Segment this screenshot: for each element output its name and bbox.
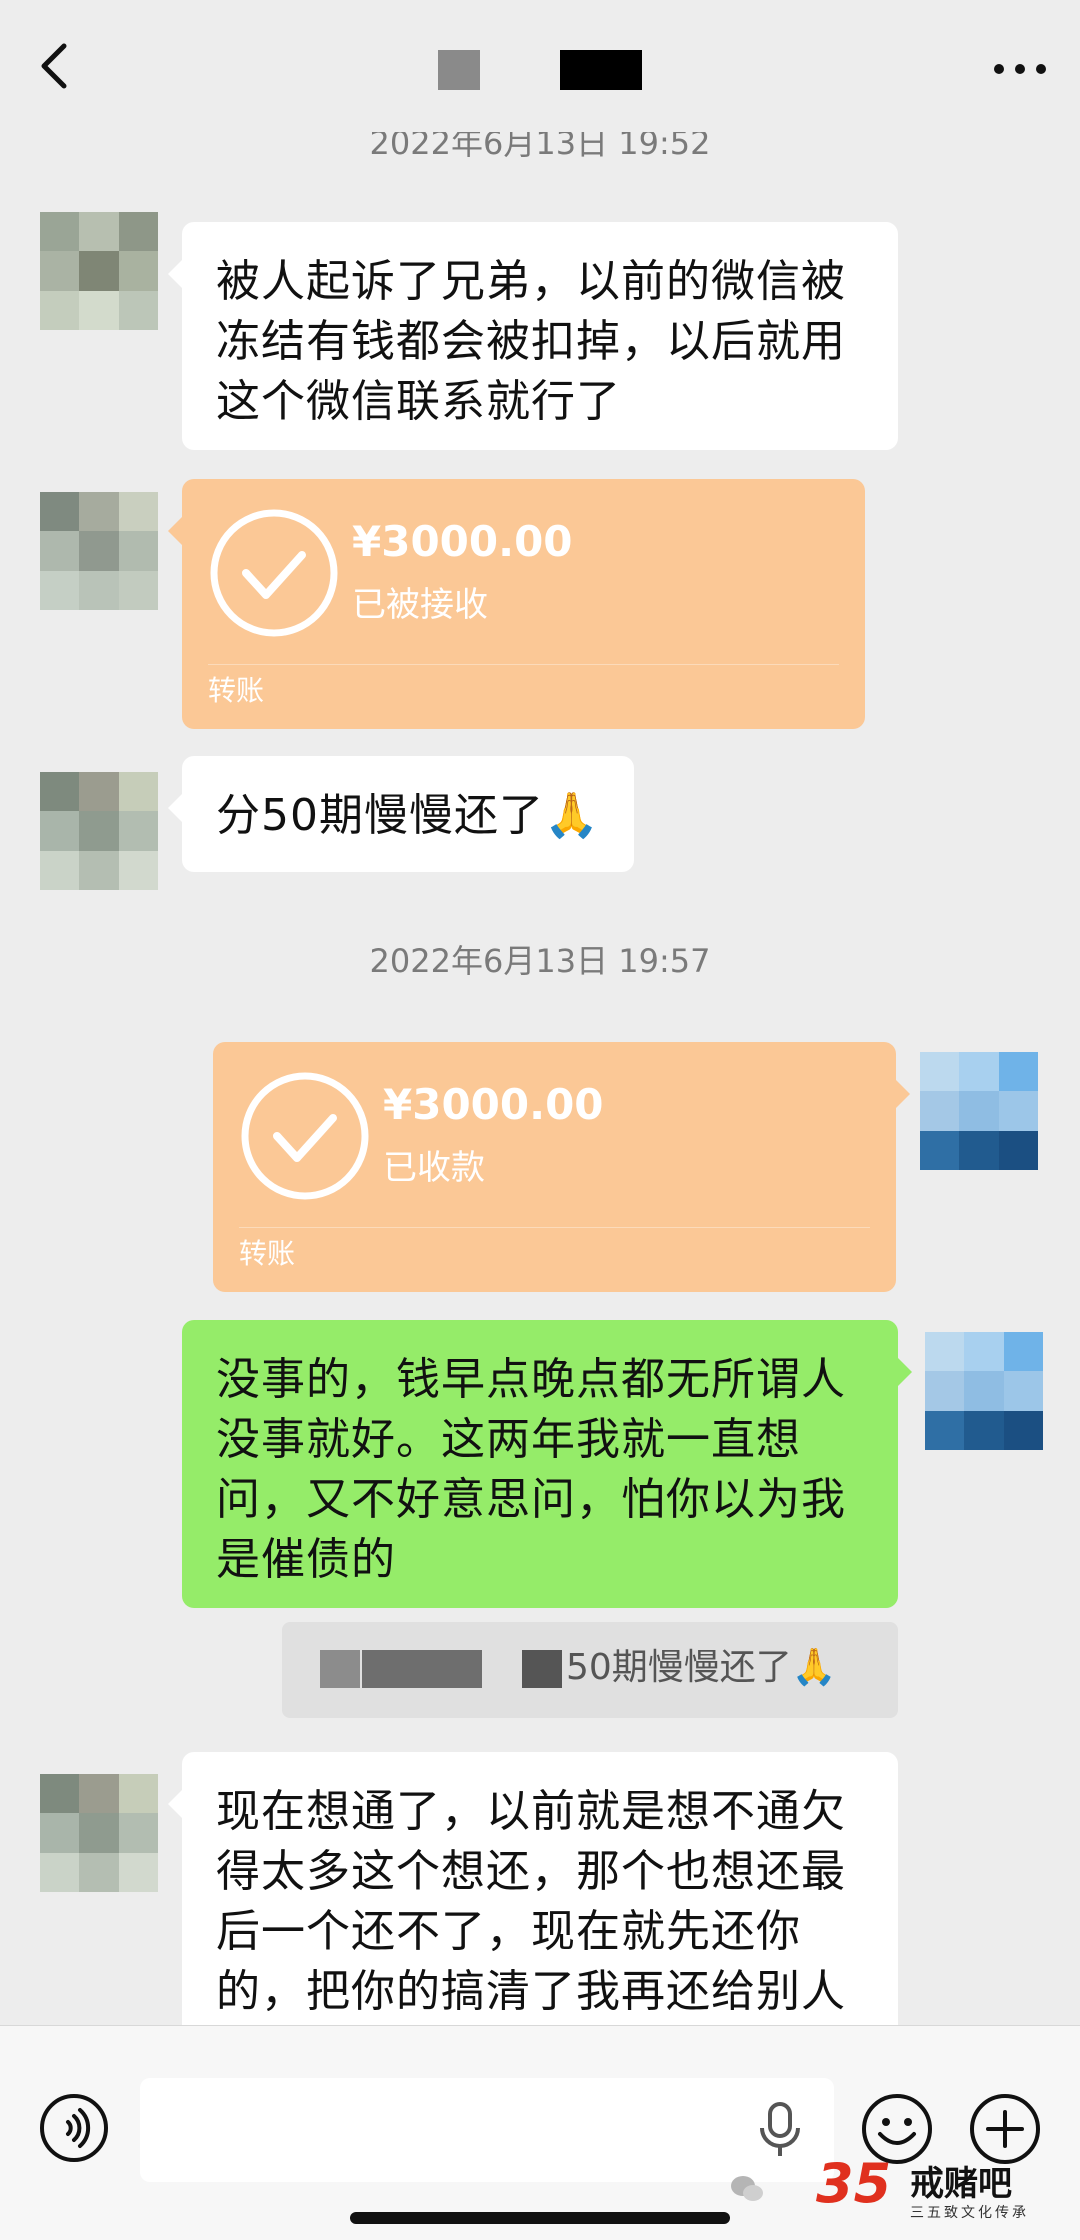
more-dots-icon[interactable] xyxy=(990,50,1050,90)
transfer-label: 转账 xyxy=(208,674,265,707)
watermark: 35 戒赌吧 三五致文化传承 xyxy=(730,2148,1060,2230)
redaction-block xyxy=(320,1650,360,1688)
message-bubble[interactable]: 被人起诉了兄弟，以前的微信被冻结有钱都会被扣掉，以后就用这个微信联系就行了 xyxy=(168,222,898,450)
avatar[interactable] xyxy=(40,492,158,610)
avatar[interactable] xyxy=(920,1052,1038,1170)
chevron-left-icon[interactable] xyxy=(28,36,88,96)
home-indicator[interactable] xyxy=(350,2212,730,2224)
message-bubble[interactable]: 现在想通了，以前就是想不通欠得太多这个想还，那个也想还最后一个还不了，现在就先还… xyxy=(168,1752,898,2042)
avatar[interactable] xyxy=(40,212,158,330)
avatar[interactable] xyxy=(40,1774,158,1892)
watermark-subtitle: 三五致文化传承 xyxy=(910,2205,1029,2221)
avatar[interactable] xyxy=(925,1332,1043,1450)
quoted-reply[interactable]: 50期慢慢还了🙏 xyxy=(282,1622,898,1718)
transfer-status: 已收款 xyxy=(383,1148,485,1188)
redaction-block xyxy=(560,50,642,90)
message-text: 分50期慢慢还了🙏 xyxy=(216,790,600,841)
voice-icon[interactable] xyxy=(38,2092,110,2164)
watermark-number: 35 xyxy=(816,2152,892,2215)
redaction-block xyxy=(438,50,480,90)
redaction-block xyxy=(522,1650,562,1688)
chat-header xyxy=(0,0,1080,132)
divider xyxy=(208,664,839,665)
message-text: 没事的，钱早点晚点都无所谓人没事就好。这两年我就一直想问，又不好意思问，怕你以为… xyxy=(216,1354,846,1585)
transfer-status: 已被接收 xyxy=(352,585,488,625)
transfer-card[interactable]: ¥3000.00 已收款 转账 xyxy=(213,1042,910,1292)
transfer-card[interactable]: ¥3000.00 已被接收 转账 xyxy=(168,479,865,729)
check-circle-icon xyxy=(210,509,338,637)
redaction-block xyxy=(362,1650,482,1688)
transfer-amount: ¥3000.00 xyxy=(383,1080,604,1129)
timestamp: 2022年6月13日 19:57 xyxy=(369,942,711,980)
avatar[interactable] xyxy=(40,772,158,890)
watermark-name: 戒赌吧 xyxy=(910,2165,1012,2203)
transfer-amount: ¥3000.00 xyxy=(352,517,573,566)
divider xyxy=(239,1227,870,1228)
message-text: 被人起诉了兄弟，以前的微信被冻结有钱都会被扣掉，以后就用这个微信联系就行了 xyxy=(216,256,846,427)
message-text: 现在想通了，以前就是想不通欠得太多这个想还，那个也想还最后一个还不了，现在就先还… xyxy=(216,1786,846,2017)
message-bubble[interactable]: 分50期慢慢还了🙏 xyxy=(168,756,634,872)
wechat-icon xyxy=(731,2176,763,2201)
check-circle-icon xyxy=(241,1072,369,1200)
quoted-text: 50期慢慢还了🙏 xyxy=(566,1647,837,1688)
message-bubble[interactable]: 没事的，钱早点晚点都无所谓人没事就好。这两年我就一直想问，又不好意思问，怕你以为… xyxy=(182,1320,912,1608)
transfer-label: 转账 xyxy=(239,1237,296,1270)
